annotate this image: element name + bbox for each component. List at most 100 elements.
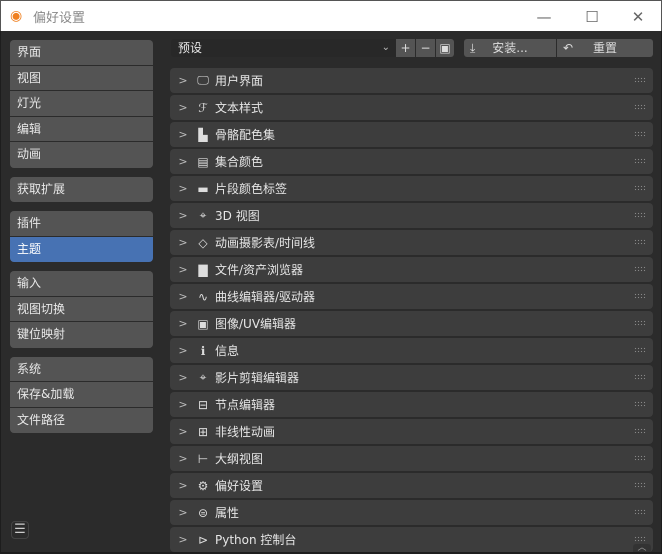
- sidebar-group: 界面 视图 灯光 编辑 动画: [10, 40, 153, 168]
- drag-handle-icon[interactable]: [634, 239, 646, 245]
- chevron-right-icon: >: [178, 182, 188, 195]
- panel-icon: ℱ: [198, 100, 208, 115]
- drag-handle-icon[interactable]: [634, 185, 646, 191]
- sidebar-item-输入[interactable]: 输入: [10, 271, 153, 297]
- drag-handle-icon[interactable]: [634, 536, 646, 542]
- panel-icon: ℹ: [200, 343, 206, 358]
- sidebar-item-动画[interactable]: 动画: [10, 142, 153, 168]
- panel-label: 属性: [215, 506, 240, 520]
- drag-handle-icon[interactable]: [634, 266, 646, 272]
- chevron-right-icon: >: [178, 74, 188, 87]
- sidebar-group: 获取扩展: [10, 176, 153, 202]
- panel-icon: ⊜: [197, 505, 209, 520]
- panel-header[interactable]: > ⊞ 非线性动画: [170, 419, 653, 444]
- sidebar-item-界面[interactable]: 界面: [10, 40, 153, 66]
- remove-preset-button[interactable]: −: [416, 39, 435, 57]
- drag-handle-icon[interactable]: [634, 428, 646, 434]
- panel-header[interactable]: > ▙ 骨骼配色集: [170, 122, 653, 147]
- panel-icon: ⊳: [197, 532, 209, 547]
- panel-label: 用户界面: [215, 74, 264, 88]
- panel-label: 动画摄影表/时间线: [215, 236, 316, 250]
- chevron-right-icon: >: [178, 101, 188, 114]
- panel-label: 曲线编辑器/驱动器: [215, 290, 316, 304]
- drag-handle-icon[interactable]: [634, 482, 646, 488]
- save-preset-button[interactable]: ▣: [436, 39, 454, 57]
- chevron-right-icon: >: [178, 236, 188, 249]
- sidebar-item-视图切换[interactable]: 视图切换: [10, 296, 153, 322]
- panel-label: 偏好设置: [215, 479, 264, 493]
- sidebar-item-主题[interactable]: 主题: [10, 236, 153, 262]
- panel-header[interactable]: > ▬ 片段颜色标签: [170, 176, 653, 201]
- panel-header[interactable]: > ℱ 文本样式: [170, 95, 653, 120]
- panel-icon: ⊞: [197, 424, 209, 439]
- sidebar-item-保存&加载[interactable]: 保存&加载: [10, 382, 153, 408]
- window-title: 偏好设置: [33, 10, 86, 26]
- panel-header[interactable]: > ◇ 动画摄影表/时间线: [170, 230, 653, 255]
- drag-handle-icon[interactable]: [634, 212, 646, 218]
- close-button[interactable]: ✕: [615, 1, 661, 32]
- panel-icon: ∿: [197, 289, 209, 304]
- preset-dropdown[interactable]: 预设 ⌄: [171, 39, 396, 57]
- panel-header[interactable]: > ℹ 信息: [170, 338, 653, 363]
- panel-icon: ▙: [198, 127, 208, 142]
- chevron-right-icon: >: [178, 290, 188, 303]
- panel-header[interactable]: > ⊳ Python 控制台: [170, 527, 653, 552]
- reset-button[interactable]: ↶ 重置: [557, 39, 653, 57]
- panel-header[interactable]: > ⌖ 3D 视图: [170, 203, 653, 228]
- panel-header[interactable]: > ▇ 文件/资产浏览器: [170, 257, 653, 282]
- sidebar-item-插件[interactable]: 插件: [10, 211, 153, 237]
- sidebar-item-文件路径[interactable]: 文件路径: [10, 407, 153, 433]
- chevron-right-icon: >: [178, 128, 188, 141]
- chevron-right-icon: >: [178, 209, 188, 222]
- sidebar-item-视图[interactable]: 视图: [10, 65, 153, 91]
- reset-icon: ↶: [563, 41, 574, 55]
- drag-handle-icon[interactable]: [634, 347, 646, 353]
- sidebar-item-编辑[interactable]: 编辑: [10, 116, 153, 142]
- panel-header[interactable]: > ⊢ 大纲视图: [170, 446, 653, 471]
- panel-label: 片段颜色标签: [215, 182, 288, 196]
- panel-header[interactable]: > ▤ 集合颜色: [170, 149, 653, 174]
- drag-handle-icon[interactable]: [634, 104, 646, 110]
- chevron-down-icon: ⌄: [381, 42, 390, 53]
- drag-handle-icon[interactable]: [634, 77, 646, 83]
- panel-label: 节点编辑器: [215, 398, 276, 412]
- panel-icon: ⌖: [199, 208, 207, 222]
- drag-handle-icon[interactable]: [634, 509, 646, 515]
- save-icon: ▣: [439, 41, 451, 55]
- chevron-right-icon: >: [178, 506, 188, 519]
- drag-handle-icon[interactable]: [634, 131, 646, 137]
- sidebar-item-灯光[interactable]: 灯光: [10, 91, 153, 117]
- install-icon: ⤓: [470, 41, 476, 55]
- reset-label: 重置: [592, 41, 617, 55]
- panel-header[interactable]: > ∿ 曲线编辑器/驱动器: [170, 284, 653, 309]
- panel-label: 文件/资产浏览器: [215, 263, 304, 277]
- panel-header[interactable]: > ⊟ 节点编辑器: [170, 392, 653, 417]
- panel-icon: ▇: [198, 262, 208, 277]
- install-button[interactable]: ⤓ 安装...: [464, 39, 556, 57]
- scroll-up-icon[interactable]: ︿: [633, 544, 651, 553]
- menu-icon[interactable]: ☰: [11, 521, 29, 539]
- panel-header[interactable]: > ⊜ 属性: [170, 500, 653, 525]
- add-preset-button[interactable]: +: [396, 39, 415, 57]
- theme-panels: > 🖵 用户界面 > ℱ 文本样式 > ▙ 骨骼配色集 > ▤ 集合颜色 > ▬ 片段颜色标签 > ⌖ 3D 视图…: [170, 68, 653, 554]
- drag-handle-icon[interactable]: [634, 293, 646, 299]
- panel-header[interactable]: > ⚙ 偏好设置: [170, 473, 653, 498]
- sidebar-item-键位映射[interactable]: 键位映射: [10, 322, 153, 348]
- drag-handle-icon[interactable]: [634, 374, 646, 380]
- sidebar: 界面 视图 灯光 编辑 动画获取扩展插件 主题输入 视图切换 键位映射系统 保存&加载 文件路径: [10, 40, 153, 442]
- chevron-right-icon: >: [178, 452, 188, 465]
- maximize-button[interactable]: ☐: [569, 1, 615, 32]
- sidebar-item-获取扩展[interactable]: 获取扩展: [10, 176, 153, 202]
- drag-handle-icon[interactable]: [634, 158, 646, 164]
- drag-handle-icon[interactable]: [634, 455, 646, 461]
- panel-label: 影片剪辑编辑器: [215, 371, 300, 385]
- sidebar-item-系统[interactable]: 系统: [10, 356, 153, 382]
- panel-header[interactable]: > ▣ 图像/UV编辑器: [170, 311, 653, 336]
- minimize-button[interactable]: —: [521, 1, 567, 32]
- drag-handle-icon[interactable]: [634, 320, 646, 326]
- drag-handle-icon[interactable]: [634, 401, 646, 407]
- panel-header[interactable]: > ⌖ 影片剪辑编辑器: [170, 365, 653, 390]
- panel-icon: ◇: [198, 235, 208, 250]
- panel-header[interactable]: > 🖵 用户界面: [170, 68, 653, 93]
- chevron-right-icon: >: [178, 371, 188, 384]
